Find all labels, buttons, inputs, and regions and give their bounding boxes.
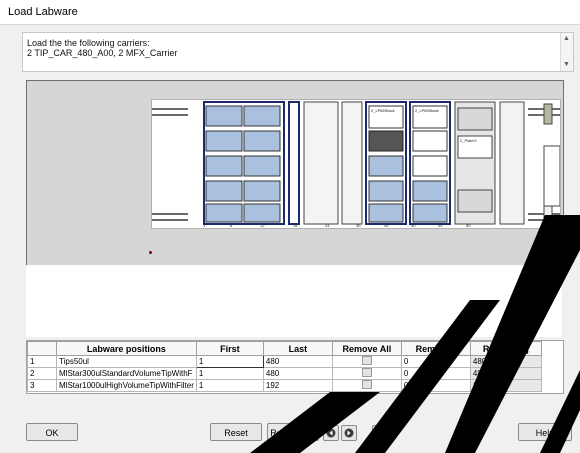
carrier-label-1: 2_LPlt8Stack bbox=[371, 108, 395, 113]
table-row[interactable]: 3 MlStar1000ulHighVolumeTipWithFilter 1 … bbox=[27, 379, 542, 392]
remaining-cell: 480 bbox=[469, 367, 542, 380]
mfx-carrier-1 bbox=[365, 101, 407, 225]
labware-cell[interactable]: Tips50ul bbox=[56, 355, 197, 368]
load-labware-dialog: Load Labware Load the the following carr… bbox=[0, 0, 580, 453]
message-scrollbar[interactable]: ▲ ▼ bbox=[560, 33, 573, 71]
remove-all-checkbox[interactable] bbox=[361, 380, 372, 389]
labware-grid[interactable]: Labware positions First Last Remove All … bbox=[26, 340, 564, 394]
removed-cell: 0 bbox=[400, 367, 471, 380]
track-number: 30 bbox=[356, 223, 361, 228]
tip-carrier-2 bbox=[288, 101, 363, 225]
remaining-cell: 192 bbox=[469, 379, 542, 392]
remove-all-cell[interactable] bbox=[331, 367, 402, 380]
last-cell[interactable]: 192 bbox=[262, 379, 333, 392]
labware-table: Labware positions First Last Remove All … bbox=[27, 341, 542, 392]
message-line-2: 2 TIP_CAR_480_A00, 2 MFX_Carrier bbox=[27, 48, 178, 58]
track-number: 12 bbox=[260, 223, 265, 228]
scroll-down-icon[interactable]: ▼ bbox=[563, 61, 570, 68]
table-header-row: Labware positions First Last Remove All … bbox=[27, 341, 542, 356]
mfx-carrier-2 bbox=[409, 101, 451, 225]
labware-cell[interactable]: MlStar1000ulHighVolumeTipWithFilter bbox=[56, 379, 197, 392]
first-cell[interactable]: 1 bbox=[195, 379, 264, 392]
removed-cell: 0 bbox=[400, 355, 471, 368]
scroll-up-icon[interactable]: ▲ bbox=[563, 35, 570, 42]
remove-all-cell[interactable] bbox=[331, 379, 402, 392]
tip-carrier-1 bbox=[203, 101, 285, 225]
deck-info-area bbox=[26, 265, 562, 337]
remove-all-cell[interactable] bbox=[331, 355, 402, 368]
track-number: 35 bbox=[384, 223, 389, 228]
track-number: 40 bbox=[411, 223, 416, 228]
instruction-message: Load the the following carriers: 2 TIP_C… bbox=[22, 32, 574, 72]
message-line-1: Load the the following carriers: bbox=[27, 38, 150, 48]
removed-cell: 0 bbox=[400, 379, 471, 392]
table-row[interactable]: 1 Tips50ul 1 480 0 480 bbox=[27, 355, 542, 368]
track-number: 24 bbox=[325, 223, 330, 228]
remove-all-button[interactable]: Remove All bbox=[267, 423, 319, 441]
track-number: 45 bbox=[438, 223, 443, 228]
first-cell[interactable]: 1 bbox=[195, 355, 264, 368]
col-header-remaining: Remaining bbox=[469, 341, 542, 356]
deck-layout[interactable]: 2_LPlt8Stack 2_LPlt8Stack 2_PlateO 1 6 1… bbox=[151, 99, 561, 229]
ok-button[interactable]: OK bbox=[26, 423, 78, 441]
col-header-remove-all: Remove All bbox=[331, 341, 402, 356]
remove-all-checkbox[interactable] bbox=[361, 356, 372, 365]
col-header-removed: Removed bbox=[400, 341, 471, 356]
help-button[interactable]: Help bbox=[518, 423, 572, 441]
col-header-first: First bbox=[195, 341, 264, 356]
fit-icon[interactable] bbox=[372, 425, 388, 441]
row-number: 3 bbox=[27, 379, 57, 392]
col-header-labware: Labware positions bbox=[56, 341, 197, 356]
col-header-last: Last bbox=[262, 341, 333, 356]
first-cell[interactable]: 1 bbox=[195, 367, 264, 380]
reset-button[interactable]: Reset bbox=[210, 423, 262, 441]
remove-all-checkbox[interactable] bbox=[361, 368, 372, 377]
row-number: 2 bbox=[27, 367, 57, 380]
col-header-index bbox=[27, 341, 57, 356]
next-icon[interactable] bbox=[341, 425, 357, 441]
deck-origin-dot bbox=[149, 251, 152, 254]
labware-cell[interactable]: MlStar300ulStandardVolumeTipWithF bbox=[56, 367, 197, 380]
track-number: 18 bbox=[293, 223, 298, 228]
carrier-label-2: 2_LPlt8Stack bbox=[415, 108, 439, 113]
deck-graphic: 2_LPlt8Stack 2_LPlt8Stack 2_PlateO 1 6 1… bbox=[152, 101, 561, 228]
title-bar: Load Labware bbox=[0, 0, 580, 25]
remaining-cell: 480 bbox=[469, 355, 542, 368]
last-cell[interactable]: 480 bbox=[262, 355, 333, 368]
last-cell[interactable]: 480 bbox=[262, 367, 333, 380]
row-number: 1 bbox=[27, 355, 57, 368]
carrier-label-3: 2_PlateO bbox=[460, 138, 477, 143]
track-number: 50 bbox=[466, 223, 471, 228]
deck-view[interactable]: 2_LPlt8Stack 2_LPlt8Stack 2_PlateO 1 6 1… bbox=[26, 80, 564, 266]
plate-carrier bbox=[454, 101, 561, 225]
table-row[interactable]: 2 MlStar300ulStandardVolumeTipWithF 1 48… bbox=[27, 367, 542, 380]
window-title: Load Labware bbox=[8, 6, 78, 18]
previous-icon[interactable] bbox=[323, 425, 339, 441]
